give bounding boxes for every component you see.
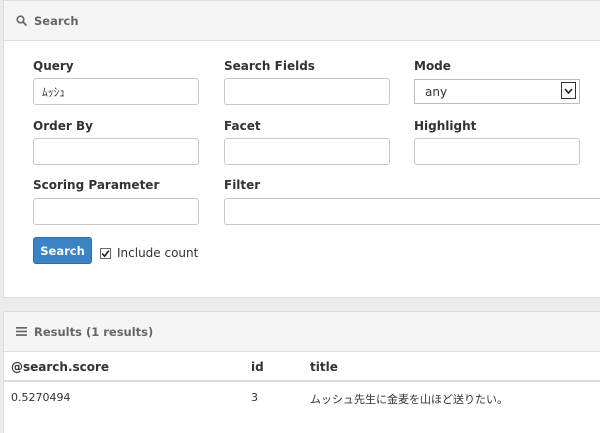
scoring-parameter-label: Scoring Parameter — [33, 178, 160, 192]
cell-title: ムッシュ先生に金麦を山ほど送りたい。 — [310, 393, 508, 406]
column-header-title: title — [310, 360, 338, 374]
facet-input[interactable] — [224, 138, 390, 165]
check-icon — [101, 250, 110, 258]
search-button[interactable]: Search — [33, 237, 92, 264]
search-panel-title: Search — [34, 13, 79, 28]
cell-score: 0.5270494 — [11, 391, 71, 404]
search-panel-header: Search — [4, 1, 600, 41]
column-header-score: @search.score — [11, 360, 110, 374]
order-by-input[interactable] — [33, 138, 199, 165]
cell-id: 3 — [251, 391, 258, 404]
filter-input[interactable] — [224, 198, 600, 225]
filter-label: Filter — [224, 178, 261, 192]
include-count-checkbox[interactable] — [100, 248, 111, 259]
search-icon — [16, 15, 27, 26]
query-label: Query — [33, 59, 74, 73]
include-count-label: Include count — [117, 246, 199, 260]
results-table-header: @search.score id title — [4, 352, 600, 382]
search-panel: Search Query Search Fields Mode any Orde… — [3, 0, 600, 298]
search-fields-label: Search Fields — [224, 59, 315, 73]
mode-label: Mode — [414, 59, 451, 73]
scoring-parameter-input[interactable] — [33, 198, 199, 225]
query-input[interactable] — [33, 78, 199, 105]
results-panel: Results (1 results) @search.score id tit… — [3, 311, 600, 433]
mode-select[interactable]: any — [414, 79, 580, 104]
results-panel-title: Results (1 results) — [34, 324, 154, 339]
mode-selected-value: any — [425, 84, 448, 99]
order-by-label: Order By — [33, 119, 93, 133]
highlight-label: Highlight — [414, 119, 477, 133]
highlight-input[interactable] — [414, 138, 580, 165]
facet-label: Facet — [224, 119, 261, 133]
results-panel-header: Results (1 results) — [4, 312, 600, 352]
chevron-down-icon[interactable] — [561, 82, 576, 99]
list-icon — [16, 327, 27, 336]
search-fields-input[interactable] — [224, 78, 390, 105]
column-header-id: id — [251, 360, 264, 374]
